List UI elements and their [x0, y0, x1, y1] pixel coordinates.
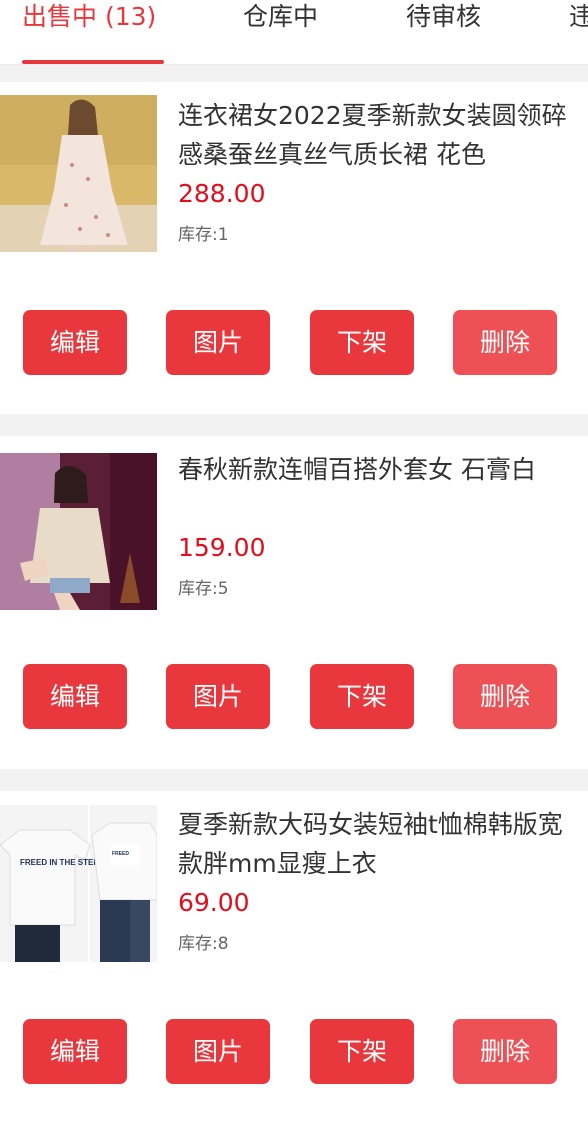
product-image[interactable]: FREED IN THE STERRT FREED: [0, 805, 157, 962]
section-divider: [0, 769, 588, 791]
delete-button[interactable]: 删除: [453, 1019, 557, 1084]
delete-button[interactable]: 删除: [453, 664, 557, 729]
unlist-button[interactable]: 下架: [310, 1019, 414, 1084]
product-title-line2: 款胖mm显瘦上衣: [178, 849, 377, 878]
images-button[interactable]: 图片: [166, 310, 270, 375]
product-price: 159.00: [178, 533, 266, 562]
edit-button[interactable]: 编辑: [23, 310, 127, 375]
product-card: 春秋新款连帽百搭外套女 石膏白 159.00 库存:5 编辑 图片 下架 删除: [0, 436, 588, 769]
product-stock: 库存:5: [178, 579, 229, 599]
tab-violation[interactable]: 违: [569, 0, 588, 34]
delete-button[interactable]: 删除: [453, 310, 557, 375]
unlist-button[interactable]: 下架: [310, 664, 414, 729]
status-tab-bar: 出售中 (13) 仓库中 待审核 违: [0, 0, 588, 65]
section-divider: [0, 414, 588, 436]
product-image[interactable]: [0, 95, 157, 252]
edit-button[interactable]: 编辑: [23, 1019, 127, 1084]
product-stock: 库存:8: [178, 934, 229, 954]
unlist-button[interactable]: 下架: [310, 310, 414, 375]
product-title-line2: 感桑蚕丝真丝气质长裙 花色: [178, 140, 486, 169]
product-price: 288.00: [178, 179, 266, 208]
images-button[interactable]: 图片: [166, 664, 270, 729]
tab-on-sale[interactable]: 出售中 (13): [22, 0, 156, 34]
product-title-line1: 夏季新款大码女装短袖t恤棉韩版宽: [178, 810, 563, 839]
product-card: 连衣裙女2022夏季新款女装圆领碎 感桑蚕丝真丝气质长裙 花色 288.00 库…: [0, 82, 588, 414]
product-image[interactable]: [0, 453, 157, 610]
section-divider: [0, 65, 588, 82]
product-price: 69.00: [178, 888, 250, 917]
images-button[interactable]: 图片: [166, 1019, 270, 1084]
active-tab-indicator: [22, 60, 164, 64]
product-title-line1: 春秋新款连帽百搭外套女 石膏白: [178, 455, 536, 484]
product-stock: 库存:1: [178, 225, 229, 245]
product-title-line1: 连衣裙女2022夏季新款女装圆领碎: [178, 101, 567, 130]
product-card: FREED IN THE STERRT FREED 夏季新款大码女装短袖t恤棉韩…: [0, 791, 588, 1121]
tab-pending-review[interactable]: 待审核: [406, 0, 481, 34]
edit-button[interactable]: 编辑: [23, 664, 127, 729]
svg-text:FREED: FREED: [112, 851, 129, 857]
tab-in-warehouse[interactable]: 仓库中: [243, 0, 318, 34]
